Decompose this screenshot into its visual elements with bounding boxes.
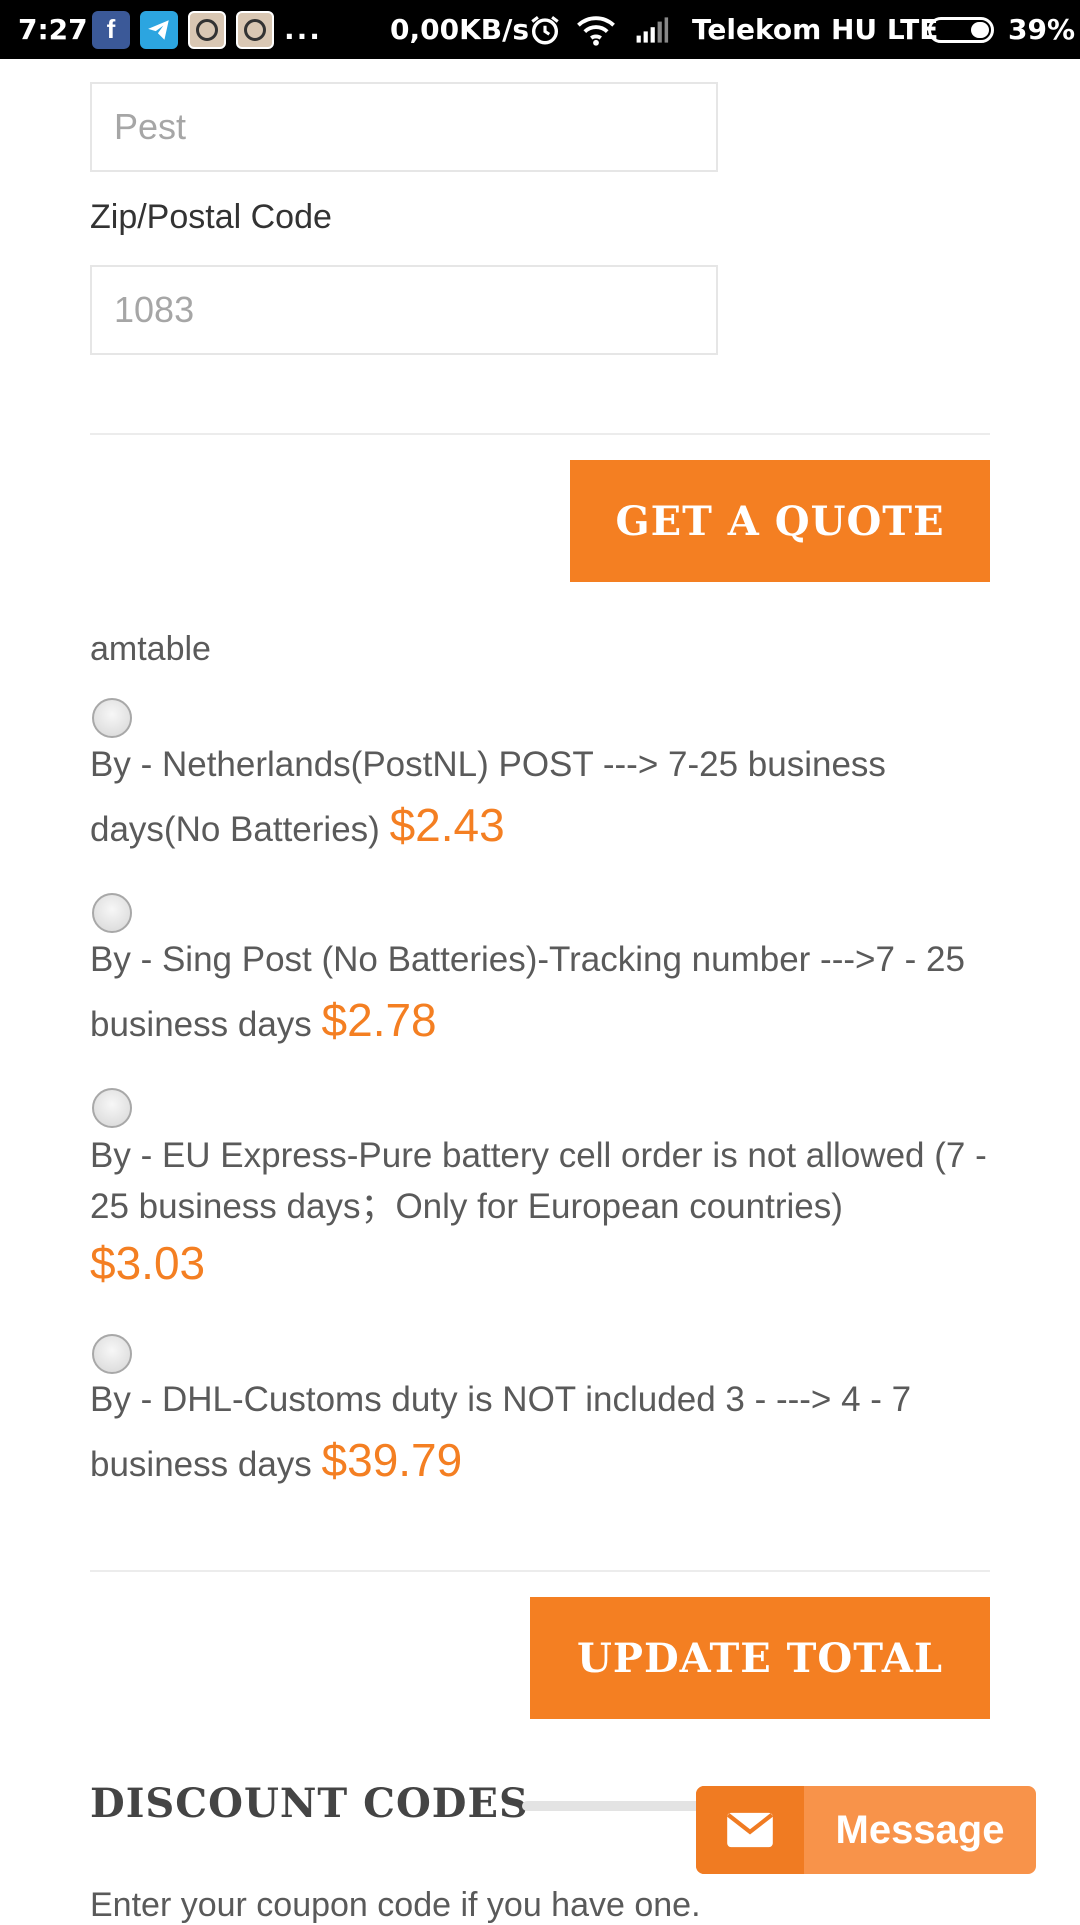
status-bar: 7:27 f ... 0,00KB/s Telekom HU LTE 39%	[0, 0, 1080, 59]
discount-codes-heading: DISCOUNT CODES	[90, 1780, 529, 1827]
option-description: By - Sing Post (No Batteries)-Tracking n…	[90, 940, 965, 1044]
coupon-helper-text: Enter your coupon code if you have one.	[90, 1886, 701, 1924]
shipping-option-radio[interactable]	[92, 893, 132, 933]
status-time: 7:27	[18, 13, 88, 46]
shipping-option-text: By - EU Express-Pure battery cell order …	[90, 1130, 1000, 1294]
camera-icon	[236, 10, 274, 49]
carrier-name: Telekom HU LTE	[692, 13, 939, 46]
more-notifications: ...	[284, 13, 322, 46]
envelope-icon	[696, 1786, 804, 1874]
option-price: $2.43	[389, 799, 505, 851]
option-price: $2.78	[321, 994, 437, 1046]
option-price: $3.03	[90, 1237, 206, 1289]
notification-icons: f	[92, 0, 274, 59]
zip-input[interactable]	[90, 265, 718, 355]
update-total-button[interactable]: UPDATE TOTAL	[530, 1597, 990, 1719]
battery-icon	[928, 0, 994, 59]
option-description: By - EU Express-Pure battery cell order …	[90, 1136, 987, 1226]
wifi-icon	[576, 0, 616, 59]
zip-label: Zip/Postal Code	[90, 198, 332, 236]
get-quote-button[interactable]: GET A QUOTE	[570, 460, 990, 582]
divider	[90, 1570, 990, 1572]
shipping-option-radio[interactable]	[92, 698, 132, 738]
message-button[interactable]: Message	[696, 1786, 1036, 1874]
shipping-option-text: By - Sing Post (No Batteries)-Tracking n…	[90, 930, 1000, 1055]
camera-icon	[188, 10, 226, 49]
city-input[interactable]	[90, 82, 718, 172]
shipping-option-text: By - DHL-Customs duty is NOT included 3 …	[90, 1370, 1000, 1495]
telegram-icon	[140, 10, 178, 49]
divider	[90, 433, 990, 435]
shipping-option-radio[interactable]	[92, 1088, 132, 1128]
option-price: $39.79	[321, 1434, 463, 1486]
battery-percent: 39%	[1008, 13, 1076, 46]
shipping-table-label: amtable	[90, 630, 211, 668]
alarm-icon	[528, 0, 562, 59]
signal-icon	[634, 0, 670, 59]
facebook-icon: f	[92, 10, 130, 49]
shipping-option-radio[interactable]	[92, 1334, 132, 1374]
heading-divider	[522, 1801, 702, 1811]
network-speed: 0,00KB/s	[390, 13, 530, 46]
message-label: Message	[835, 1807, 1005, 1852]
shipping-option-text: By - Netherlands(PostNL) POST ---> 7-25 …	[90, 735, 1000, 860]
option-description: By - DHL-Customs duty is NOT included 3 …	[90, 1380, 912, 1484]
